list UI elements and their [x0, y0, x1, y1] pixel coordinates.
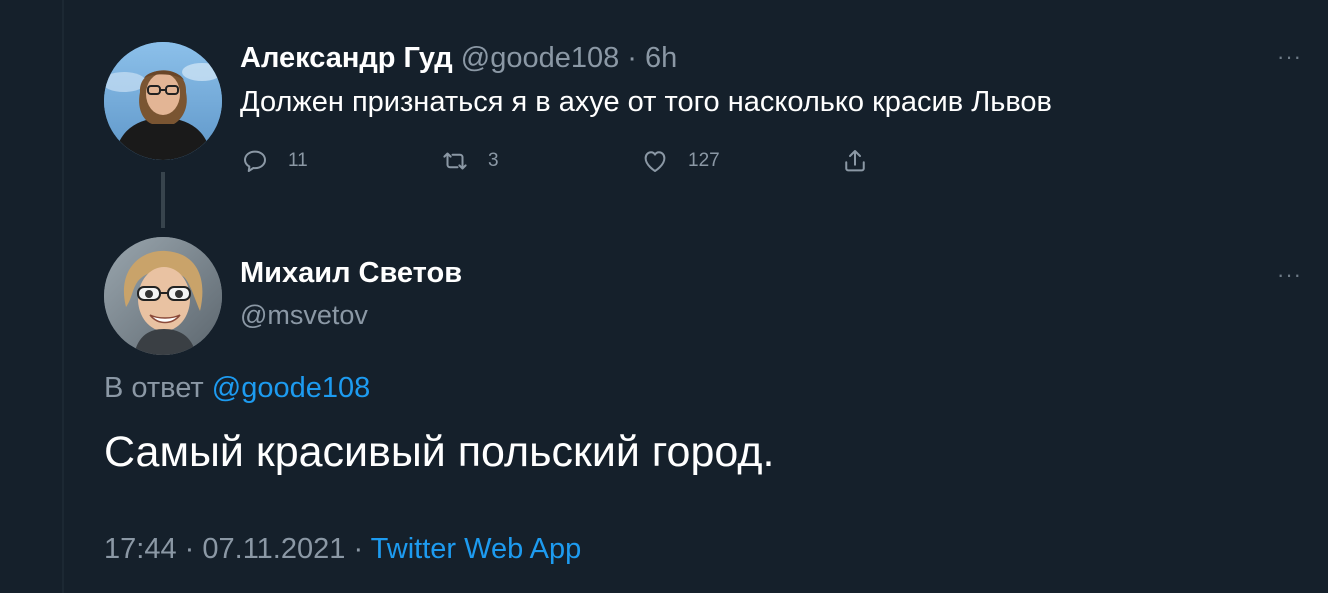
tweet-date[interactable]: 07.11.2021 — [202, 533, 345, 565]
avatar-image — [104, 237, 222, 355]
main-author-handle[interactable]: @msvetov — [240, 300, 368, 331]
like-count: 127 — [688, 150, 720, 171]
reply-count: 11 — [288, 150, 308, 171]
reply-to-handle-link[interactable]: @goode108 — [212, 372, 370, 404]
avatar-msvetov[interactable] — [104, 237, 222, 355]
retweet-count: 3 — [488, 150, 499, 171]
tweet-source-link[interactable]: Twitter Web App — [371, 533, 582, 565]
reply-icon — [244, 150, 266, 172]
parent-author-handle[interactable]: @goode108 — [461, 42, 619, 74]
avatar-image — [104, 42, 222, 160]
share-button[interactable] — [840, 145, 888, 177]
parent-tweet-header: Александр Гуд @goode108 · 6h — [240, 42, 677, 75]
timeline-border — [62, 0, 64, 593]
parent-tweet-text: Должен признаться я в ахуе от того наско… — [240, 86, 1052, 118]
retweet-icon — [443, 152, 467, 170]
header-separator: · — [627, 42, 637, 74]
reply-context: В ответ @goode108 — [104, 372, 370, 405]
parent-author-name[interactable]: Александр Гуд — [240, 42, 453, 74]
main-tweet-text: Самый красивый польский город. — [104, 428, 775, 476]
tweet-metadata: 17:44 · 07.11.2021 · Twitter Web App — [104, 533, 581, 566]
like-button[interactable]: 127 — [640, 145, 720, 177]
main-author-name[interactable]: Михаил Светов — [240, 257, 462, 290]
avatar-goode108[interactable] — [104, 42, 222, 160]
tweet-time[interactable]: 17:44 — [104, 533, 177, 565]
meta-separator: · — [184, 533, 195, 565]
share-icon — [845, 150, 865, 172]
parent-tweet-time[interactable]: 6h — [645, 42, 677, 74]
like-icon — [644, 151, 666, 172]
more-icon[interactable]: ··· — [1277, 262, 1302, 288]
reply-prefix: В ответ — [104, 372, 204, 404]
more-icon[interactable]: ··· — [1277, 44, 1302, 70]
meta-separator: · — [353, 533, 364, 565]
retweet-button[interactable]: 3 — [440, 145, 499, 177]
reply-button[interactable]: 11 — [240, 145, 308, 177]
thread-connector — [161, 172, 165, 228]
